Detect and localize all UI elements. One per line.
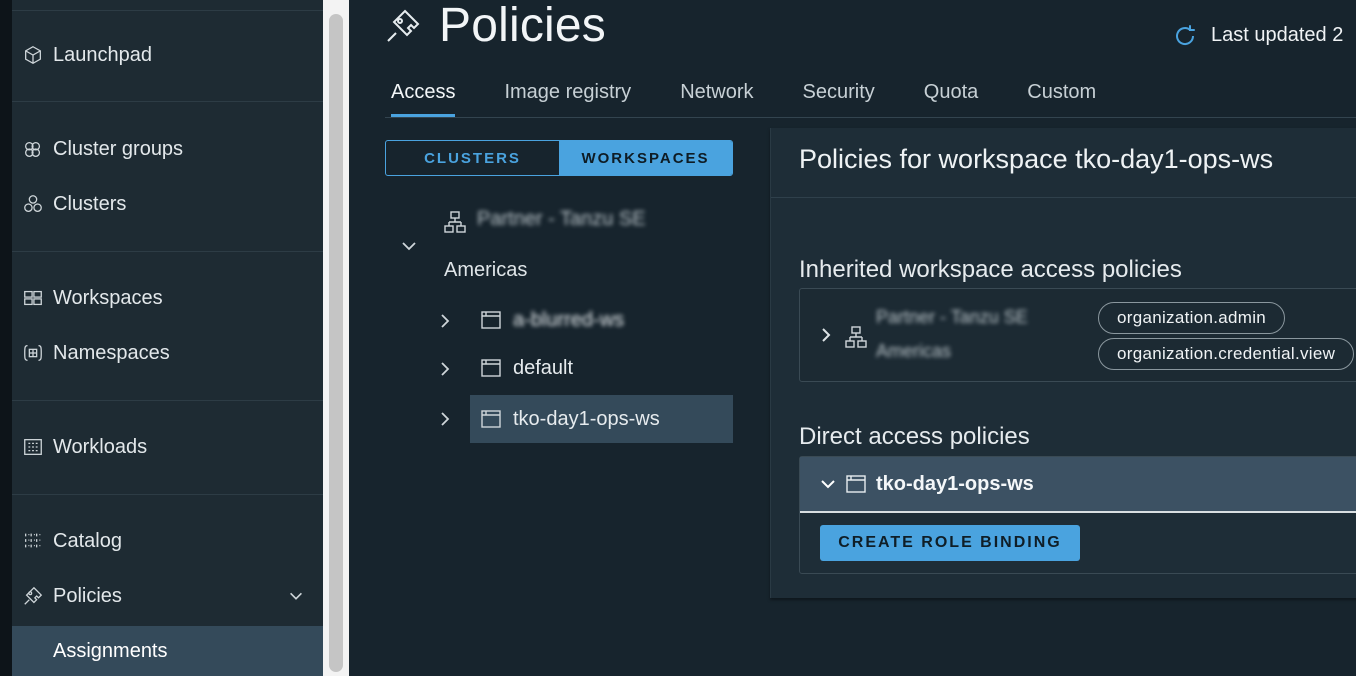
workspaces-icon xyxy=(20,285,46,311)
chevron-down-icon[interactable] xyxy=(818,474,838,494)
role-pill: organization.credential.view xyxy=(1098,338,1355,370)
sidebar-item-cluster-groups[interactable]: Cluster groups xyxy=(12,127,323,171)
tab-image-registry[interactable]: Image registry xyxy=(504,72,631,118)
clusters-toggle-button[interactable]: CLUSTERS xyxy=(386,141,559,175)
policies-icon xyxy=(20,583,46,609)
sidebar-item-label: Catalog xyxy=(53,529,122,552)
sidebar: Launchpad Cluster groups Clusters Worksp… xyxy=(12,0,323,676)
sidebar-item-workloads[interactable]: Workloads xyxy=(12,425,323,469)
chevron-right-icon[interactable] xyxy=(816,325,836,345)
scope-toggle: CLUSTERS WORKSPACES xyxy=(385,140,733,176)
refresh-icon[interactable] xyxy=(1173,24,1197,48)
workspace-icon xyxy=(479,407,503,431)
tree-row-label: tko-day1-ops-ws xyxy=(513,407,660,430)
policy-tabs: Access Image registry Network Security Q… xyxy=(391,72,1145,118)
sidebar-item-label: Workloads xyxy=(53,435,148,458)
sidebar-item-namespaces[interactable]: Namespaces xyxy=(12,331,323,375)
window-frame xyxy=(0,0,12,676)
workspace-icon xyxy=(844,472,868,496)
organization-icon xyxy=(443,210,467,234)
tabs-divider xyxy=(385,117,1356,118)
tree-row-workspace[interactable]: a-blurred-ws xyxy=(470,296,733,344)
sidebar-divider xyxy=(12,251,323,252)
tab-custom[interactable]: Custom xyxy=(1027,72,1096,118)
workspace-policies-panel: Policies for workspace tko-day1-ops-ws I… xyxy=(770,128,1356,598)
sidebar-divider xyxy=(12,494,323,495)
policies-icon xyxy=(385,8,421,44)
chevron-down-icon[interactable] xyxy=(287,587,305,605)
sidebar-divider xyxy=(12,400,323,401)
sidebar-item-label: Clusters xyxy=(53,192,127,215)
sidebar-item-launchpad[interactable]: Launchpad xyxy=(12,33,323,77)
direct-policy-box: tko-day1-ops-ws CREATE ROLE BINDING xyxy=(799,456,1356,574)
tree-row-workspace-selected[interactable]: tko-day1-ops-ws xyxy=(470,395,733,443)
sidebar-item-workspaces[interactable]: Workspaces xyxy=(12,276,323,320)
catalog-icon xyxy=(20,528,46,554)
panel-title: Policies for workspace tko-day1-ops-ws xyxy=(799,144,1274,174)
namespaces-icon xyxy=(20,340,46,366)
organization-icon xyxy=(844,325,868,349)
sidebar-item-catalog[interactable]: Catalog xyxy=(12,519,323,563)
tab-network[interactable]: Network xyxy=(680,72,753,118)
sidebar-item-clusters[interactable]: Clusters xyxy=(12,182,323,226)
sidebar-scrollbar-thumb[interactable] xyxy=(329,14,343,672)
chevron-right-icon[interactable] xyxy=(435,359,455,379)
inherited-source-group: Americas xyxy=(876,341,952,361)
main-content: Policies Last updated 2 Access Image reg… xyxy=(349,0,1356,676)
sidebar-item-label: Cluster groups xyxy=(53,137,184,160)
tree-group-label[interactable]: Americas xyxy=(444,259,527,282)
sidebar-item-policies[interactable]: Policies xyxy=(12,574,323,618)
tab-quota[interactable]: Quota xyxy=(924,72,978,118)
workspaces-toggle-button[interactable]: WORKSPACES xyxy=(559,141,732,175)
workspace-icon xyxy=(479,308,503,332)
page-title: Policies xyxy=(439,0,606,52)
inherited-source-name: Partner - Tanzu SE xyxy=(876,307,1028,327)
inherited-policies-title: Inherited workspace access policies xyxy=(799,256,1182,283)
sidebar-item-label: Launchpad xyxy=(53,43,152,66)
tree-row-workspace[interactable]: default xyxy=(470,344,733,392)
chevron-right-icon[interactable] xyxy=(435,311,455,331)
workloads-icon xyxy=(20,434,46,460)
clusters-icon xyxy=(20,191,46,217)
sidebar-item-label: Namespaces xyxy=(53,341,170,364)
chevron-down-icon[interactable] xyxy=(399,236,419,256)
tab-access[interactable]: Access xyxy=(391,72,456,118)
direct-workspace-label: tko-day1-ops-ws xyxy=(876,472,1034,495)
cube-icon xyxy=(20,42,46,68)
sidebar-item-label: Workspaces xyxy=(53,286,163,309)
role-pill: organization.admin xyxy=(1098,302,1286,334)
tree-root-label[interactable]: Partner - Tanzu SE xyxy=(477,208,646,231)
chevron-right-icon[interactable] xyxy=(435,409,455,429)
panel-header: Policies for workspace tko-day1-ops-ws xyxy=(771,128,1356,198)
cluster-groups-icon xyxy=(20,136,46,162)
tree-row-label: a-blurred-ws xyxy=(513,308,625,331)
inherited-policy-row[interactable]: Partner - Tanzu SE Americas organization… xyxy=(799,288,1356,382)
last-updated-text: Last updated 2 xyxy=(1211,24,1344,46)
sidebar-item-label: Assignments xyxy=(53,639,168,662)
sidebar-item-assignments[interactable]: Assignments xyxy=(12,626,323,676)
sidebar-divider xyxy=(12,101,323,102)
direct-policy-row[interactable]: tko-day1-ops-ws xyxy=(800,457,1356,513)
tree-row-label: default xyxy=(513,356,574,379)
sidebar-item-label: Policies xyxy=(53,584,122,607)
direct-policies-title: Direct access policies xyxy=(799,423,1030,450)
workspace-icon xyxy=(479,356,503,380)
tab-security[interactable]: Security xyxy=(803,72,875,118)
sidebar-divider xyxy=(12,10,323,11)
create-role-binding-button[interactable]: CREATE ROLE BINDING xyxy=(820,525,1080,561)
